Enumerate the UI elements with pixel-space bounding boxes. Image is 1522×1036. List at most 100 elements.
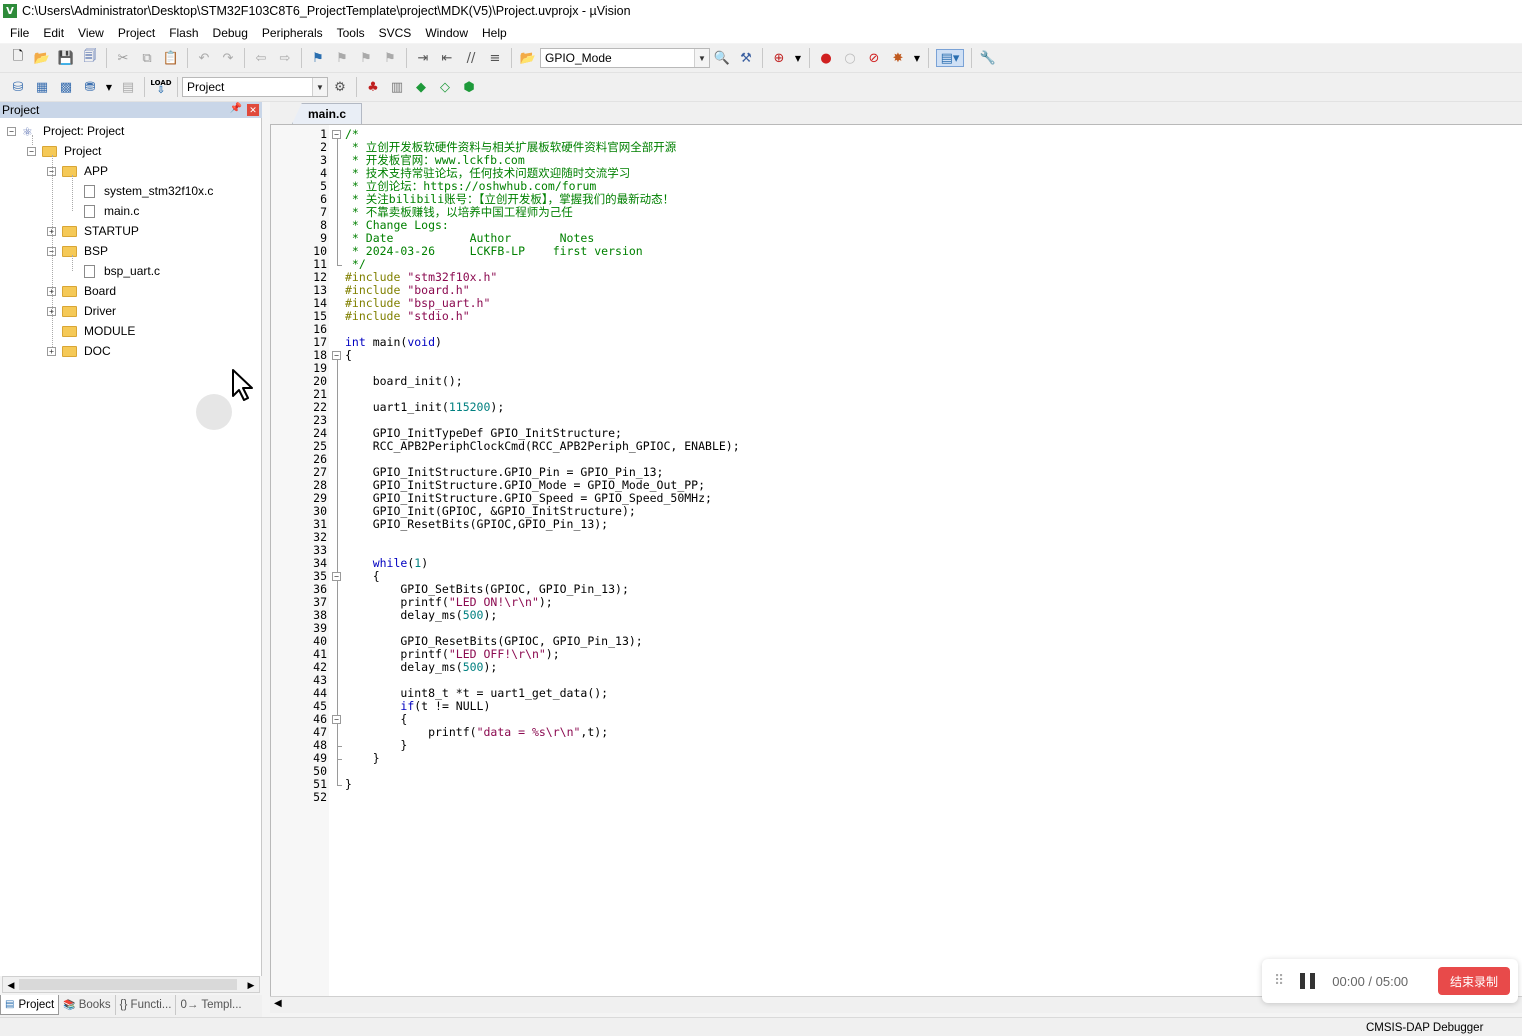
bookmark-prev-icon[interactable]: ⚑ [333, 49, 351, 67]
fold-toggle-icon[interactable]: − [332, 715, 341, 724]
tab-functions[interactable]: {} Functi... [116, 995, 177, 1015]
rebuild-icon[interactable]: ▩ [57, 78, 75, 96]
fold-toggle-icon[interactable]: − [332, 572, 341, 581]
menu-tools[interactable]: Tools [330, 26, 372, 40]
save-icon[interactable]: 💾 [57, 49, 75, 67]
target-combo[interactable]: Project ▼ [182, 77, 328, 97]
tree-item-group-app[interactable]: − APP [47, 161, 108, 181]
code-token: int [345, 335, 366, 349]
breakpoint-disable-icon[interactable]: ○ [841, 49, 859, 67]
tree-item-project-root[interactable]: − ⚛ Project: Project [7, 121, 124, 141]
bookmark-clear-icon[interactable]: ⚑ [381, 49, 399, 67]
pack-update-icon[interactable]: ⬢ [460, 78, 478, 96]
chevron-down-icon[interactable]: ▼ [312, 78, 327, 96]
manage-run-time-environment-icon[interactable]: ◆ [412, 78, 430, 96]
tree-item-group-module[interactable]: MODULE [62, 321, 135, 341]
find-icon[interactable]: 🔍 [713, 49, 731, 67]
menu-edit[interactable]: Edit [36, 26, 71, 40]
incremental-find-icon[interactable]: ⚒ [737, 49, 755, 67]
tab-templates[interactable]: 0→ Templ... [176, 995, 245, 1015]
expand-icon[interactable]: + [47, 346, 56, 356]
scroll-left-icon[interactable]: ◀ [274, 998, 282, 1009]
build-icon[interactable]: ▦ [33, 78, 51, 96]
batch-build-icon[interactable]: ⛃ [81, 78, 99, 96]
unindent-icon[interactable]: ⇤ [438, 49, 456, 67]
uncomment-icon[interactable]: ≡ [486, 49, 504, 67]
tree-item-target[interactable]: − Project [27, 141, 101, 161]
collapse-icon[interactable]: − [27, 146, 36, 156]
find-combo-value: GPIO_Mode [545, 51, 612, 65]
menu-debug[interactable]: Debug [206, 26, 255, 40]
paste-icon[interactable]: 📋 [162, 49, 180, 67]
menu-flash[interactable]: Flash [162, 26, 205, 40]
translate-icon[interactable]: ⛁ [9, 78, 27, 96]
configure-wrench-icon[interactable]: 🔧 [979, 49, 997, 67]
chevron-down-icon[interactable]: ▼ [105, 78, 113, 96]
menu-project[interactable]: Project [111, 26, 162, 40]
scroll-right-icon[interactable]: ▶ [244, 978, 258, 992]
save-all-icon[interactable]: 🗐 [81, 49, 99, 67]
open-file-icon[interactable]: 📂 [33, 49, 51, 67]
stop-recording-button[interactable]: 结束录制 [1438, 967, 1510, 995]
line-number: 52 [313, 790, 327, 804]
indent-icon[interactable]: ⇥ [414, 49, 432, 67]
menu-svcs[interactable]: SVCS [372, 26, 419, 40]
tree-item-group-board[interactable]: + Board [47, 281, 116, 301]
target-options-icon[interactable]: ⚙ [331, 78, 349, 96]
project-tree-scrollbar[interactable]: ◀ ▶ [2, 976, 260, 993]
tree-item-group-driver[interactable]: + Driver [47, 301, 116, 321]
menu-view[interactable]: View [71, 26, 111, 40]
find-in-files-icon[interactable]: 📂 [519, 49, 537, 67]
nav-back-icon[interactable]: ⇦ [252, 49, 270, 67]
find-combo[interactable]: GPIO_Mode ▼ [540, 48, 710, 68]
tree-item-file-system-stm32f10x[interactable]: system_stm32f10x.c [84, 181, 213, 201]
chevron-down-icon[interactable]: ▼ [794, 49, 802, 67]
breakpoint-insert-icon[interactable]: ● [817, 49, 835, 67]
tree-item-file-main-c[interactable]: main.c [84, 201, 139, 221]
cut-icon[interactable]: ✂ [114, 49, 132, 67]
nav-forward-icon[interactable]: ⇨ [276, 49, 294, 67]
new-file-icon[interactable]: 🗋 [9, 49, 27, 67]
window-layout-icon[interactable]: ▤▾ [936, 49, 964, 67]
close-icon[interactable]: ✕ [247, 104, 259, 116]
debug-session-icon[interactable]: ⊕ [770, 49, 788, 67]
tree-item-group-startup[interactable]: + STARTUP [47, 221, 139, 241]
menu-window[interactable]: Window [418, 26, 475, 40]
menu-file[interactable]: File [3, 26, 36, 40]
menu-help[interactable]: Help [475, 26, 514, 40]
manage-project-items-icon[interactable]: ♣ [364, 78, 382, 96]
tab-main-c[interactable]: main.c [292, 103, 362, 124]
undo-icon[interactable]: ↶ [195, 49, 213, 67]
drag-handle-icon[interactable]: ⠿ [1274, 973, 1284, 989]
select-software-packs-icon[interactable]: ▥ [388, 78, 406, 96]
menu-peripherals[interactable]: Peripherals [255, 26, 330, 40]
copy-icon[interactable]: ⧉ [138, 49, 156, 67]
fold-toggle-icon[interactable]: − [332, 351, 341, 360]
pin-icon[interactable]: 📌 [230, 103, 242, 114]
pack-installer-icon[interactable]: ◇ [436, 78, 454, 96]
code-editor[interactable]: 1 /* 2 * 立创开发板软硬件资料与相关扩展板软硬件资料官网全部开源 3 * 开发… [270, 124, 1522, 997]
chevron-down-icon[interactable]: ▼ [913, 49, 921, 67]
tab-books[interactable]: 📚 Books [59, 995, 116, 1015]
code-text: } [345, 752, 380, 765]
breakpoint-disable-all-icon[interactable]: ⊘ [865, 49, 883, 67]
bookmark-next-icon[interactable]: ⚑ [357, 49, 375, 67]
tree-item-group-bsp[interactable]: − BSP [47, 241, 108, 261]
pause-icon[interactable] [1300, 973, 1316, 989]
comment-icon[interactable]: // [462, 49, 480, 67]
tab-project[interactable]: ▤ Project [0, 995, 60, 1015]
tree-item-file-bsp-uart[interactable]: bsp_uart.c [84, 261, 160, 281]
stop-build-icon[interactable]: ▤ [119, 78, 137, 96]
scroll-left-icon[interactable]: ◀ [4, 978, 18, 992]
redo-icon[interactable]: ↷ [219, 49, 237, 67]
tree-item-group-doc[interactable]: + DOC [47, 341, 111, 361]
chevron-down-icon[interactable]: ▼ [694, 49, 709, 67]
scroll-thumb[interactable] [19, 979, 237, 990]
code-text: int main(void) [345, 336, 442, 349]
collapse-icon[interactable]: − [7, 126, 16, 136]
download-load-icon[interactable]: LOAD ⇩ [150, 78, 171, 96]
bookmark-toggle-icon[interactable]: ⚑ [309, 49, 327, 67]
fold-toggle-icon[interactable]: − [332, 130, 341, 139]
breakpoint-kill-all-icon[interactable]: ✸ [889, 49, 907, 67]
code-token: printf( [345, 725, 477, 739]
